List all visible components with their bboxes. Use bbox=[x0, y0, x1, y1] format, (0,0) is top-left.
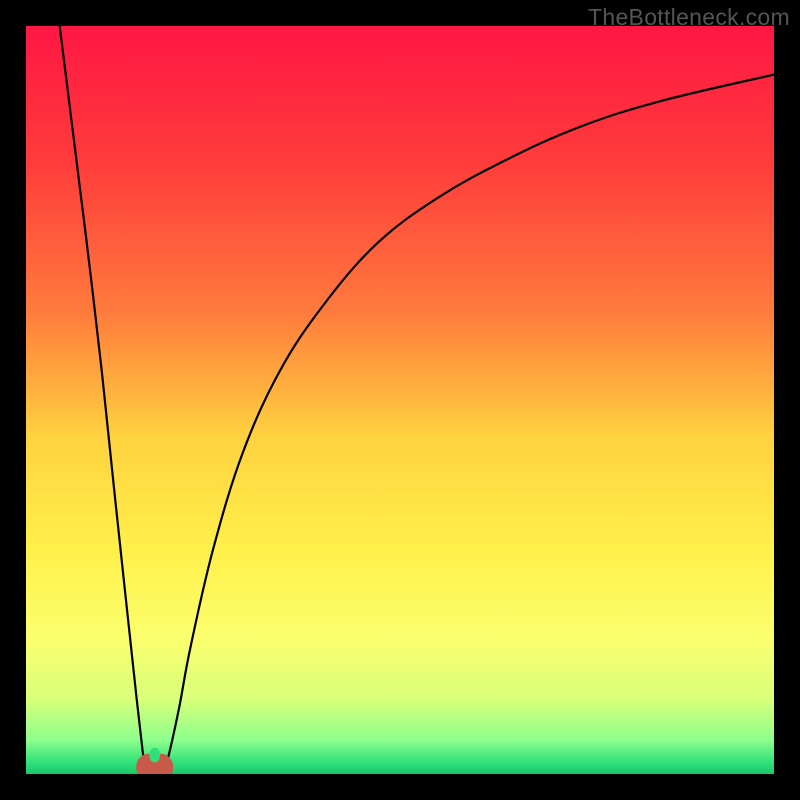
chart-svg bbox=[26, 26, 774, 774]
gradient-background bbox=[26, 26, 774, 774]
cusp-marker-notch bbox=[149, 748, 160, 763]
chart-frame: TheBottleneck.com bbox=[0, 0, 800, 800]
plot-area bbox=[26, 26, 774, 774]
